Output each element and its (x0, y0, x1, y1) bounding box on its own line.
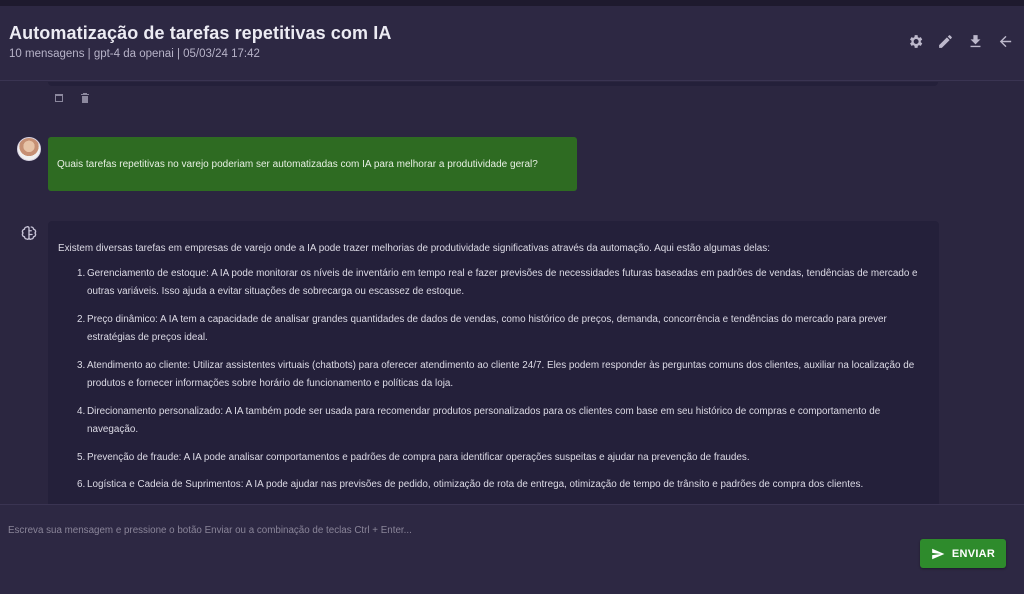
send-icon (931, 548, 945, 559)
list-item: 5. Prevenção de fraude: A IA pode analisa… (77, 449, 929, 468)
message-list[interactable]: Quais tarefas repetitivas no varejo pode… (0, 82, 1024, 504)
assistant-intro: Existem diversas tarefas em empresas de … (58, 243, 770, 254)
list-item: 1. Gerenciamento de estoque: A IA pode mo… (77, 265, 929, 302)
list-number: 3. (77, 359, 86, 371)
list-text: Gerenciamento de estoque: A IA pode moni… (87, 267, 918, 298)
message-input[interactable] (8, 521, 808, 539)
list-number: 6. (77, 479, 86, 490)
list-item: 2. Preço dinâmico: A IA tem a capacidade … (77, 311, 929, 348)
edit-button[interactable] (936, 32, 954, 50)
trash-icon (81, 93, 89, 103)
list-text: Logística e Cadeia de Suprimentos: A IA … (87, 479, 864, 490)
list-text: Prevenção de fraude: A IA pode analisar … (87, 451, 750, 463)
user-message-text: Quais tarefas repetitivas no varejo pode… (57, 158, 538, 170)
download-icon (970, 34, 980, 47)
send-button-label: ENVIAR (951, 547, 996, 560)
list-number: 2. (77, 313, 86, 325)
brain-icon (21, 226, 37, 240)
delete-button[interactable] (80, 90, 90, 103)
gear-icon (909, 34, 922, 48)
assistant-avatar (20, 224, 38, 242)
header-actions (906, 32, 1014, 50)
user-message: Quais tarefas repetitivas no varejo pode… (48, 137, 577, 191)
list-number: 5. (77, 451, 86, 463)
pencil-icon (938, 34, 952, 48)
message-tools (54, 90, 90, 103)
copy-button[interactable] (54, 90, 64, 102)
list-number: 1. (77, 267, 86, 279)
list-text: Atendimento ao cliente: Utilizar assiste… (87, 359, 915, 390)
list-item: 4. Direcionamento personalizado: A IA tam… (77, 403, 929, 440)
chat-header: Automatização de tarefas repetitivas com… (0, 6, 1024, 81)
list-item: 3. Atendimento ao cliente: Utilizar assis… (77, 357, 929, 394)
back-button[interactable] (996, 32, 1014, 50)
chat-title: Automatização de tarefas repetitivas com… (9, 23, 392, 43)
previous-message-bubble (48, 82, 938, 86)
list-text: Preço dinâmico: A IA tem a capacidade de… (87, 313, 887, 344)
assistant-list: 1. Gerenciamento de estoque: A IA pode mo… (58, 265, 929, 495)
send-button[interactable]: ENVIAR (920, 539, 1006, 568)
user-avatar (17, 137, 41, 161)
clipboard-icon (55, 94, 63, 102)
back-arrow-icon (999, 35, 1011, 47)
assistant-message: Existem diversas tarefas em empresas de … (48, 221, 939, 504)
list-item: 6. Logística e Cadeia de Suprimentos: A I… (77, 476, 929, 495)
download-button[interactable] (966, 32, 984, 50)
settings-button[interactable] (906, 32, 924, 50)
composer: ENVIAR (0, 504, 1024, 594)
chat-meta: 10 mensagens | gpt-4 da openai | 05/03/2… (9, 48, 260, 60)
list-text: Direcionamento personalizado: A IA també… (87, 405, 881, 436)
list-number: 4. (77, 405, 86, 417)
